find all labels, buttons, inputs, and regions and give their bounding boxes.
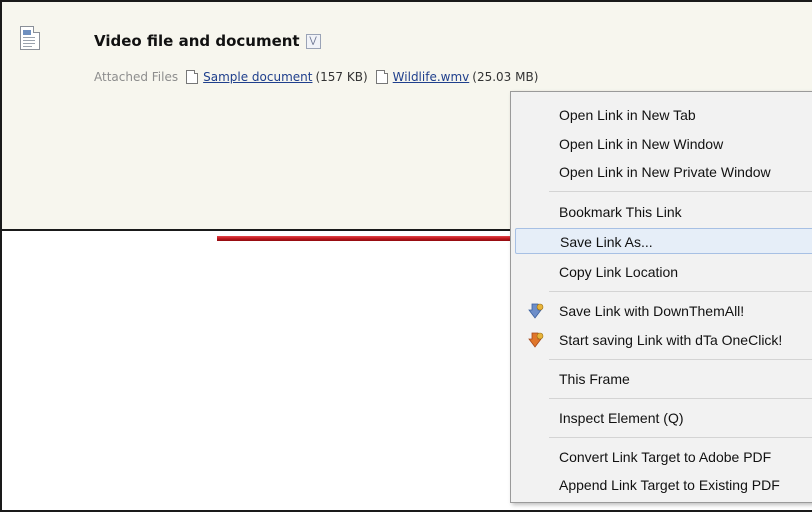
file-icon xyxy=(186,70,199,84)
post-title-row: Video file and document ⋁ xyxy=(94,32,321,50)
menu-item-open-link-private-window[interactable]: Open Link in New Private Window xyxy=(511,159,812,185)
attachment-size: (25.03 MB) xyxy=(472,70,539,84)
attachment-link-wildlife[interactable]: Wildlife.wmv xyxy=(393,70,470,84)
menu-item-inspect-element[interactable]: Inspect Element (Q) xyxy=(511,405,812,431)
menu-item-this-frame[interactable]: This Frame xyxy=(511,366,812,392)
menu-item-save-link-as[interactable]: Save Link As... xyxy=(515,228,812,254)
downthemall-icon xyxy=(528,303,544,319)
menu-separator xyxy=(549,398,812,399)
menu-item-open-link-new-tab[interactable]: Open Link in New Tab xyxy=(511,102,812,128)
file-icon xyxy=(375,70,388,84)
menu-separator xyxy=(549,291,812,292)
menu-item-convert-to-pdf[interactable]: Convert Link Target to Adobe PDF xyxy=(511,444,812,470)
menu-item-append-to-pdf[interactable]: Append Link Target to Existing PDF xyxy=(511,472,812,498)
menu-item-bookmark-link[interactable]: Bookmark This Link xyxy=(511,199,812,225)
post-title: Video file and document xyxy=(94,32,300,50)
menu-item-dta-oneclick[interactable]: Start saving Link with dTa OneClick! xyxy=(511,327,812,353)
red-arrow-annotation xyxy=(217,228,555,249)
attachment-link-sample-document[interactable]: Sample document xyxy=(203,70,312,84)
menu-separator xyxy=(549,437,812,438)
document-icon xyxy=(20,26,40,50)
context-menu: Open Link in New Tab Open Link in New Wi… xyxy=(510,91,812,503)
expand-icon[interactable]: ⋁ xyxy=(305,33,321,49)
menu-separator xyxy=(549,191,812,192)
menu-item-open-link-new-window[interactable]: Open Link in New Window xyxy=(511,131,812,157)
menu-item-copy-link-location[interactable]: Copy Link Location xyxy=(511,259,812,285)
menu-item-save-with-downthemall[interactable]: Save Link with DownThemAll! xyxy=(511,298,812,324)
attachment-size: (157 KB) xyxy=(315,70,368,84)
attachments-row: Attached Files Sample document (157 KB) … xyxy=(94,70,544,84)
menu-separator xyxy=(549,359,812,360)
dta-oneclick-icon xyxy=(528,332,544,348)
attachments-label: Attached Files xyxy=(94,70,179,84)
